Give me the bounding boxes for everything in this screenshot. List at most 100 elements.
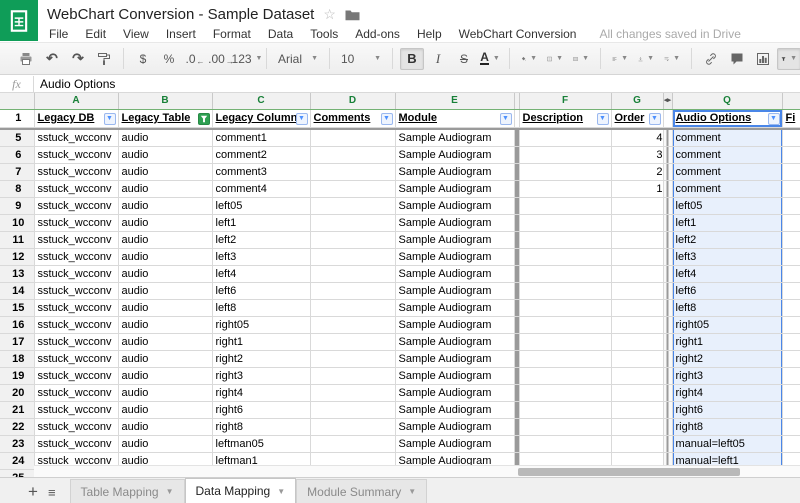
cell-E6[interactable]: Sample Audiogram — [395, 146, 514, 163]
cell-C9[interactable]: left05 — [212, 197, 310, 214]
cell-G7[interactable]: 2 — [611, 163, 663, 180]
cell-G16[interactable] — [611, 316, 663, 333]
cell-D10[interactable] — [310, 214, 395, 231]
menu-webchart-conversion[interactable]: WebChart Conversion — [459, 27, 577, 41]
text-wrap-dropdown-caret[interactable]: ▼ — [673, 55, 680, 62]
cell-C14[interactable]: left6 — [212, 282, 310, 299]
cell-C6[interactable]: comment2 — [212, 146, 310, 163]
star-icon[interactable]: ☆ — [323, 7, 336, 21]
cell-E8[interactable]: Sample Audiogram — [395, 180, 514, 197]
cell-Q9[interactable]: left05 — [672, 197, 782, 214]
cell-C23[interactable]: leftman05 — [212, 435, 310, 452]
cell-E16[interactable]: Sample Audiogram — [395, 316, 514, 333]
sheet-tab-module-summary[interactable]: Module Summary▼ — [296, 479, 427, 503]
cell-F9[interactable] — [519, 197, 611, 214]
cell-E14[interactable]: Sample Audiogram — [395, 282, 514, 299]
cell-Q15[interactable]: left8 — [672, 299, 782, 316]
cell-F8[interactable] — [519, 180, 611, 197]
font-family-button[interactable]: Arial▼ — [274, 48, 322, 70]
filter-dropdown-icon-Q[interactable]: ▼ — [768, 113, 780, 125]
cell-B21[interactable]: audio — [118, 401, 212, 418]
cell-C21[interactable]: right6 — [212, 401, 310, 418]
cell-B15[interactable]: audio — [118, 299, 212, 316]
redo-button[interactable]: ↷ — [66, 48, 90, 70]
cell-R14[interactable] — [782, 282, 800, 299]
cell-F20[interactable] — [519, 384, 611, 401]
cell-F1[interactable]: Description▼ — [519, 110, 611, 128]
column-header-R[interactable] — [782, 93, 800, 110]
menu-add-ons[interactable]: Add-ons — [355, 27, 400, 41]
cell-G1[interactable]: Order▼ — [611, 110, 663, 128]
cell-Q6[interactable]: comment — [672, 146, 782, 163]
filter-dropdown-icon-D[interactable]: ▼ — [381, 113, 393, 125]
row-header-11[interactable]: 11 — [0, 231, 34, 248]
cell-R7[interactable] — [782, 163, 800, 180]
number-format-dropdown-caret[interactable]: ▼ — [256, 55, 263, 62]
column-header-B[interactable]: B — [118, 93, 212, 110]
column-header-A[interactable]: A — [34, 93, 118, 110]
row-header-18[interactable]: 18 — [0, 350, 34, 367]
insert-link-icon[interactable] — [699, 48, 723, 70]
filter-dropdown-icon-F[interactable]: ▼ — [597, 113, 609, 125]
cell-A7[interactable]: sstuck_wcconv — [34, 163, 118, 180]
cell-G17[interactable] — [611, 333, 663, 350]
cell-F10[interactable] — [519, 214, 611, 231]
row-header-24[interactable]: 24 — [0, 452, 34, 469]
document-title[interactable]: WebChart Conversion - Sample Dataset — [47, 6, 314, 23]
cell-R22[interactable] — [782, 418, 800, 435]
cell-F14[interactable] — [519, 282, 611, 299]
cell-C19[interactable]: right3 — [212, 367, 310, 384]
cell-A16[interactable]: sstuck_wcconv — [34, 316, 118, 333]
cell-R19[interactable] — [782, 367, 800, 384]
row-header-6[interactable]: 6 — [0, 146, 34, 163]
row-header-7[interactable]: 7 — [0, 163, 34, 180]
cell-B7[interactable]: audio — [118, 163, 212, 180]
cell-A23[interactable]: sstuck_wcconv — [34, 435, 118, 452]
font-size-dropdown-caret[interactable]: ▼ — [374, 55, 381, 62]
fill-color-icon[interactable]: ▼ — [517, 48, 541, 70]
merge-cells-dropdown-caret[interactable]: ▼ — [582, 55, 589, 62]
insert-chart-icon[interactable] — [751, 48, 775, 70]
cell-G5[interactable]: 4 — [611, 130, 663, 147]
cell-D14[interactable] — [310, 282, 395, 299]
cell-R15[interactable] — [782, 299, 800, 316]
sheet-tab-menu-caret[interactable]: ▼ — [277, 487, 285, 496]
cell-G8[interactable]: 1 — [611, 180, 663, 197]
cell-G13[interactable] — [611, 265, 663, 282]
cell-B23[interactable]: audio — [118, 435, 212, 452]
folder-icon[interactable] — [345, 8, 360, 21]
cell-F16[interactable] — [519, 316, 611, 333]
cell-D20[interactable] — [310, 384, 395, 401]
cell-B17[interactable]: audio — [118, 333, 212, 350]
menu-view[interactable]: View — [123, 27, 149, 41]
cell-G12[interactable] — [611, 248, 663, 265]
cell-Q14[interactable]: left6 — [672, 282, 782, 299]
row-header-16[interactable]: 16 — [0, 316, 34, 333]
filter-dropdown-icon-A[interactable]: ▼ — [104, 113, 116, 125]
cell-D13[interactable] — [310, 265, 395, 282]
cell-C22[interactable]: right8 — [212, 418, 310, 435]
decrease-decimal-places-button[interactable]: .0← — [183, 48, 207, 70]
cell-E7[interactable]: Sample Audiogram — [395, 163, 514, 180]
column-header-G[interactable]: G — [611, 93, 663, 110]
cell-E9[interactable]: Sample Audiogram — [395, 197, 514, 214]
row-header-10[interactable]: 10 — [0, 214, 34, 231]
cell-Q20[interactable]: right4 — [672, 384, 782, 401]
column-header-F[interactable]: F — [519, 93, 611, 110]
cell-R18[interactable] — [782, 350, 800, 367]
cell-B16[interactable]: audio — [118, 316, 212, 333]
cell-A8[interactable]: sstuck_wcconv — [34, 180, 118, 197]
cell-E5[interactable]: Sample Audiogram — [395, 130, 514, 147]
cell-D1[interactable]: Comments▼ — [310, 110, 395, 128]
horizontal-align-dropdown-caret[interactable]: ▼ — [621, 55, 628, 62]
cell-Q10[interactable]: left1 — [672, 214, 782, 231]
cell-B19[interactable]: audio — [118, 367, 212, 384]
format-currency-button[interactable]: $ — [131, 48, 155, 70]
cell-Q16[interactable]: right05 — [672, 316, 782, 333]
cell-C18[interactable]: right2 — [212, 350, 310, 367]
row-header-8[interactable]: 8 — [0, 180, 34, 197]
cell-F15[interactable] — [519, 299, 611, 316]
cell-R10[interactable] — [782, 214, 800, 231]
row-header-19[interactable]: 19 — [0, 367, 34, 384]
cell-C8[interactable]: comment4 — [212, 180, 310, 197]
